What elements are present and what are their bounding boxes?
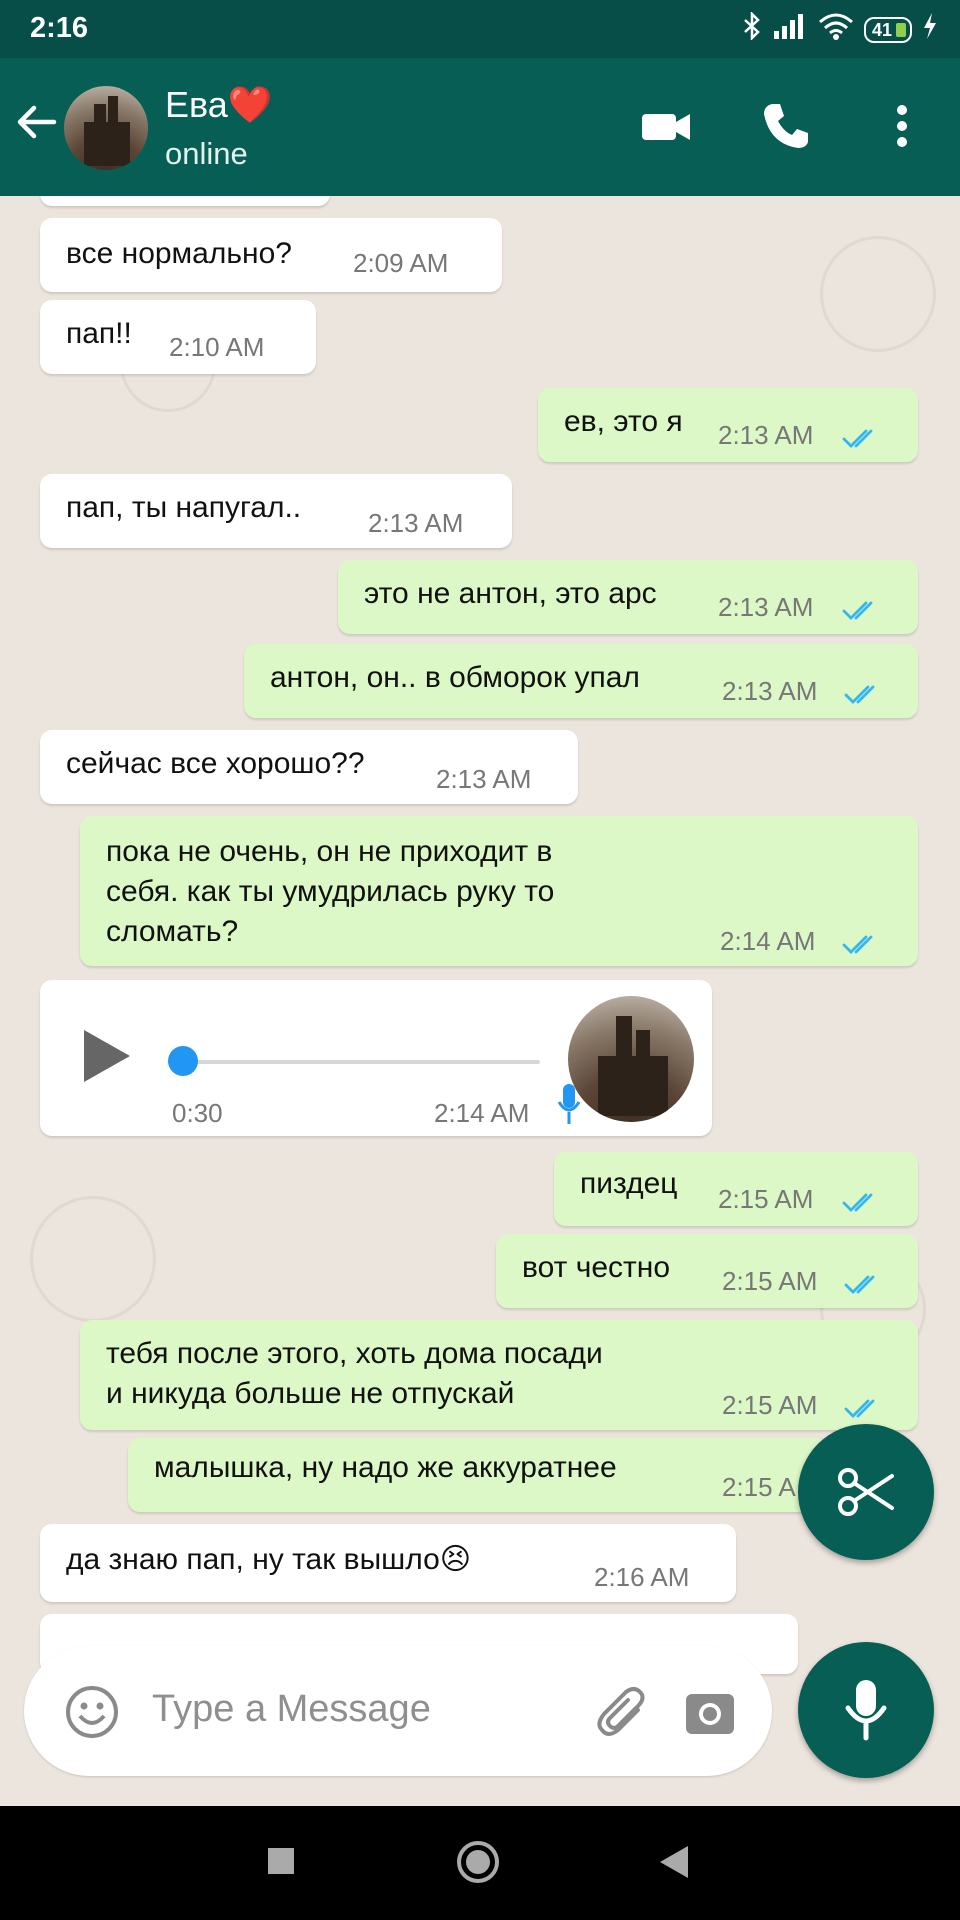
- video-call-icon[interactable]: [638, 98, 694, 154]
- message-bubble-outgoing[interactable]: это не антон, это арс 2:13 AM: [338, 560, 918, 634]
- message-time: 2:14 AM: [720, 926, 816, 956]
- scissors-button[interactable]: [798, 1424, 934, 1560]
- status-time: 2:16: [30, 12, 89, 44]
- message-input[interactable]: Type a Message: [152, 1688, 431, 1731]
- scissors-icon: [836, 1464, 896, 1525]
- message-bubble-outgoing[interactable]: пиздец 2:15 AM: [554, 1152, 918, 1226]
- message-bubble-incoming[interactable]: сейчас все хорошо?? 2:13 AM: [40, 730, 578, 804]
- message-time: 2:09 AM: [353, 248, 449, 278]
- wallpaper-doodle: [30, 1196, 156, 1322]
- message-text: ев, это я: [564, 405, 683, 438]
- contact-name[interactable]: Ева❤️: [165, 84, 273, 126]
- message-bubble-incoming[interactable]: все нормально? 2:09 AM: [40, 218, 502, 292]
- message-bubble-outgoing[interactable]: антон, он.. в обморок упал 2:13 AM: [244, 644, 918, 718]
- chat-area[interactable]: все нормально? 2:09 AM пап!! 2:10 AM ев,…: [0, 196, 960, 1806]
- voice-sender-avatar: [568, 996, 694, 1122]
- emoji-icon[interactable]: [64, 1684, 120, 1745]
- back-icon[interactable]: [658, 1844, 690, 1885]
- contact-avatar[interactable]: [64, 86, 148, 170]
- message-bubble-outgoing[interactable]: малышка, ну надо же аккуратнее 2:15 A: [128, 1438, 828, 1512]
- message-bubble-outgoing[interactable]: тебя после этого, хоть дома посади и ник…: [80, 1320, 918, 1430]
- message-time: 2:13 AM: [368, 508, 464, 538]
- message-text: пап, ты напугал..: [66, 491, 302, 524]
- message-text: пока не очень, он не приходит в себя. ка…: [106, 835, 555, 948]
- play-icon[interactable]: [80, 1028, 132, 1092]
- chat-header: Ева❤️ online: [0, 58, 960, 196]
- wifi-icon: [818, 12, 854, 48]
- status-bar: 2:16 41: [0, 0, 960, 58]
- message-bubble-outgoing[interactable]: ев, это я 2:13 AM: [538, 388, 918, 462]
- message-bubble-incoming[interactable]: пап!! 2:10 AM: [40, 300, 316, 374]
- voice-duration: 0:30: [172, 1098, 223, 1128]
- camera-icon[interactable]: [682, 1684, 738, 1745]
- system-navigation-bar: [0, 1806, 960, 1920]
- contact-status: online: [165, 136, 248, 171]
- message-time: 2:15 A: [722, 1472, 796, 1502]
- message-composer[interactable]: Type a Message: [24, 1646, 772, 1776]
- voice-record-button[interactable]: [798, 1642, 934, 1778]
- message-text: все нормально?: [66, 237, 292, 270]
- voice-call-icon[interactable]: [758, 98, 814, 154]
- voice-progress-track[interactable]: [172, 1060, 540, 1064]
- wallpaper-doodle: [820, 236, 936, 352]
- voice-progress-handle[interactable]: [168, 1046, 198, 1076]
- message-bubble-partial: [40, 196, 330, 206]
- message-time: 2:13 AM: [718, 420, 814, 450]
- read-ticks-icon: [842, 1188, 880, 1212]
- message-text: антон, он.. в обморок упал: [270, 661, 640, 694]
- message-bubble-incoming[interactable]: да знаю пап, ну так вышло😣 2:16 AM: [40, 1524, 736, 1602]
- read-ticks-icon: [842, 596, 880, 620]
- battery-icon: 41: [863, 17, 912, 43]
- attach-icon[interactable]: [594, 1684, 650, 1745]
- message-time: 2:15 AM: [722, 1266, 818, 1296]
- message-text: это не антон, это арс: [364, 577, 657, 610]
- microphone-icon: [556, 1082, 582, 1134]
- message-time: 2:13 AM: [436, 764, 532, 794]
- recent-apps-icon[interactable]: [266, 1846, 296, 1881]
- read-ticks-icon: [844, 1394, 882, 1418]
- read-ticks-icon: [844, 680, 882, 704]
- more-options-icon[interactable]: [874, 98, 930, 154]
- message-bubble-incoming[interactable]: пап, ты напугал.. 2:13 AM: [40, 474, 512, 548]
- message-time: 2:10 AM: [169, 332, 265, 362]
- microphone-icon: [842, 1678, 890, 1747]
- bluetooth-icon: [742, 10, 762, 48]
- read-ticks-icon: [842, 424, 880, 448]
- message-text: вот честно: [522, 1251, 671, 1284]
- read-ticks-icon: [842, 930, 880, 954]
- message-time: 2:15 AM: [718, 1184, 814, 1214]
- charging-icon: [922, 12, 938, 48]
- voice-message-bubble[interactable]: 0:30 2:14 AM: [40, 980, 712, 1136]
- message-time: 2:13 AM: [722, 676, 818, 706]
- message-text: пап!!: [66, 317, 132, 350]
- message-time: 2:15 AM: [722, 1390, 818, 1420]
- message-bubble-outgoing[interactable]: вот честно 2:15 AM: [496, 1234, 918, 1308]
- signal-icon: [772, 13, 808, 47]
- message-time: 2:14 AM: [434, 1098, 530, 1128]
- home-icon[interactable]: [456, 1840, 500, 1889]
- message-text: малышка, ну надо же аккуратнее: [154, 1451, 617, 1484]
- system-icons: 41: [742, 10, 938, 48]
- read-ticks-icon: [844, 1270, 882, 1294]
- back-arrow-icon[interactable]: [14, 100, 58, 144]
- message-time: 2:13 AM: [718, 592, 814, 622]
- message-text: тебя после этого, хоть дома посади и ник…: [106, 1337, 603, 1410]
- message-bubble-outgoing[interactable]: пока не очень, он не приходит в себя. ка…: [80, 816, 918, 966]
- message-text: сейчас все хорошо??: [66, 747, 365, 780]
- message-time: 2:16 AM: [594, 1562, 690, 1592]
- message-text: да знаю пап, ну так вышло😣: [66, 1543, 472, 1576]
- message-text: пиздец: [580, 1167, 678, 1200]
